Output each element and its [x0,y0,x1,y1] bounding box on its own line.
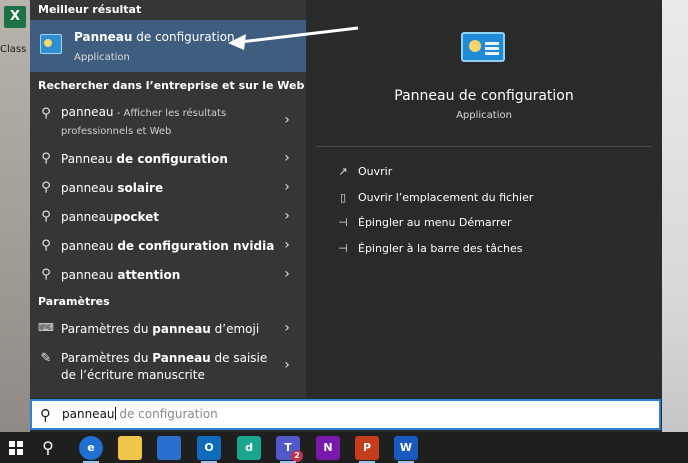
file-explorer-icon[interactable] [118,436,142,460]
start-button[interactable] [4,436,28,460]
word-icon[interactable]: W [394,436,418,460]
powerpoint-icon[interactable]: P [355,436,379,460]
outlook-icon[interactable]: O [197,436,221,460]
onenote-icon[interactable]: N [316,436,340,460]
edge-icon[interactable]: e [79,436,103,460]
search-icon: ⚲ [42,438,54,457]
taskbar: ⚲ e O d T 2 N P W [0,432,688,463]
search-button[interactable]: ⚲ [36,436,60,460]
store-icon[interactable] [157,436,181,460]
teams-icon[interactable]: T 2 [276,436,303,462]
windows-logo-icon [9,441,23,455]
dynamics-icon[interactable]: d [237,436,261,460]
annotation-arrow [228,26,359,50]
